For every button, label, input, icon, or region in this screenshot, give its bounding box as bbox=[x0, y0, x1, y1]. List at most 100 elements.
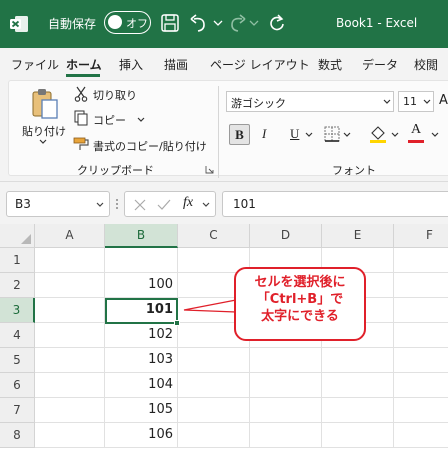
cell-a4[interactable] bbox=[35, 323, 105, 348]
copy-dropdown-icon[interactable] bbox=[136, 116, 146, 124]
cell-f1[interactable] bbox=[394, 248, 448, 273]
cell-e6[interactable] bbox=[322, 373, 394, 398]
cell-b8[interactable]: 106 bbox=[105, 423, 178, 448]
cell-d8[interactable] bbox=[250, 423, 322, 448]
formula-bar-grip-icon[interactable] bbox=[114, 197, 120, 211]
cell-a7[interactable] bbox=[35, 398, 105, 423]
cell-f8[interactable] bbox=[394, 423, 448, 448]
cancel-icon[interactable] bbox=[133, 198, 147, 212]
format-painter-icon[interactable] bbox=[73, 136, 91, 152]
row-header-3[interactable]: 3 bbox=[0, 298, 35, 323]
tab-file[interactable]: ファイル bbox=[11, 56, 59, 73]
row-header-1[interactable]: 1 bbox=[0, 248, 35, 273]
insert-function-button[interactable]: fx bbox=[183, 195, 193, 211]
tab-formulas[interactable]: 数式 bbox=[318, 56, 342, 73]
cell-c8[interactable] bbox=[178, 423, 250, 448]
fx-dropdown-icon[interactable] bbox=[201, 201, 211, 209]
cell-f4[interactable] bbox=[394, 323, 448, 348]
row-header-7[interactable]: 7 bbox=[0, 398, 35, 423]
column-header-d[interactable]: D bbox=[250, 224, 322, 248]
column-header-f[interactable]: F bbox=[394, 224, 448, 248]
cell-b2[interactable]: 100 bbox=[105, 273, 178, 298]
italic-button[interactable]: I bbox=[262, 126, 266, 142]
font-color-dropdown-icon[interactable] bbox=[430, 131, 440, 139]
cell-c5[interactable] bbox=[178, 348, 250, 373]
tab-data[interactable]: データ bbox=[362, 56, 398, 73]
enter-icon[interactable] bbox=[157, 198, 171, 212]
font-size-dropdown-icon[interactable] bbox=[422, 98, 432, 106]
tab-review[interactable]: 校閲 bbox=[414, 56, 438, 73]
fill-color-dropdown-icon[interactable] bbox=[390, 131, 400, 139]
cell-f6[interactable] bbox=[394, 373, 448, 398]
increase-font-size-button[interactable]: A bbox=[439, 93, 448, 108]
cell-f5[interactable] bbox=[394, 348, 448, 373]
cell-d6[interactable] bbox=[250, 373, 322, 398]
row-header-4[interactable]: 4 bbox=[0, 323, 35, 348]
refresh-icon[interactable] bbox=[266, 11, 288, 35]
cell-a5[interactable] bbox=[35, 348, 105, 373]
row-header-5[interactable]: 5 bbox=[0, 348, 35, 373]
font-color-button[interactable]: A bbox=[411, 122, 421, 138]
cell-c7[interactable] bbox=[178, 398, 250, 423]
tab-insert[interactable]: 挿入 bbox=[119, 56, 143, 73]
autosave-toggle[interactable]: オフ bbox=[104, 11, 151, 34]
cell-b6[interactable]: 104 bbox=[105, 373, 178, 398]
row-header-8[interactable]: 8 bbox=[0, 423, 35, 448]
cell-f7[interactable] bbox=[394, 398, 448, 423]
cell-e5[interactable] bbox=[322, 348, 394, 373]
paste-button-label[interactable]: 貼り付け bbox=[22, 123, 66, 139]
cell-a6[interactable] bbox=[35, 373, 105, 398]
underline-button[interactable]: U bbox=[290, 126, 299, 142]
cell-d7[interactable] bbox=[250, 398, 322, 423]
column-header-c[interactable]: C bbox=[178, 224, 250, 248]
cell-c6[interactable] bbox=[178, 373, 250, 398]
formula-input[interactable]: 101 bbox=[222, 191, 448, 217]
font-name-dropdown-icon[interactable] bbox=[382, 98, 392, 106]
select-all-button[interactable] bbox=[0, 224, 35, 248]
worksheet-grid: A B C D E F 1 2 3 4 5 6 7 8 100 101 102 … bbox=[0, 224, 448, 457]
tab-draw[interactable]: 描画 bbox=[164, 56, 188, 73]
paste-icon[interactable] bbox=[30, 87, 60, 121]
format-painter-button[interactable]: 書式のコピー/貼り付け bbox=[93, 138, 207, 154]
redo-icon[interactable] bbox=[226, 11, 248, 35]
cell-e8[interactable] bbox=[322, 423, 394, 448]
dialog-launcher-icon[interactable] bbox=[205, 165, 214, 174]
cell-a8[interactable] bbox=[35, 423, 105, 448]
borders-dropdown-icon[interactable] bbox=[342, 131, 352, 139]
undo-icon[interactable] bbox=[188, 11, 210, 35]
tab-page-layout[interactable]: ページ レイアウト bbox=[210, 56, 310, 73]
copy-icon[interactable] bbox=[73, 110, 89, 126]
cell-b3[interactable]: 101 bbox=[105, 298, 178, 323]
column-header-e[interactable]: E bbox=[322, 224, 394, 248]
scissors-icon[interactable] bbox=[74, 86, 88, 102]
fill-handle[interactable] bbox=[174, 320, 180, 326]
bold-button[interactable]: B bbox=[229, 124, 250, 145]
copy-button[interactable]: コピー bbox=[93, 112, 126, 128]
cell-b5[interactable]: 103 bbox=[105, 348, 178, 373]
name-box-dropdown-icon[interactable] bbox=[95, 201, 105, 209]
cell-a1[interactable] bbox=[35, 248, 105, 273]
cell-b4[interactable]: 102 bbox=[105, 323, 178, 348]
name-box[interactable]: B3 bbox=[6, 191, 110, 217]
column-header-b[interactable]: B bbox=[105, 224, 178, 248]
row-header-2[interactable]: 2 bbox=[0, 273, 35, 298]
fill-color-icon[interactable] bbox=[368, 124, 388, 144]
cell-f2[interactable] bbox=[394, 273, 448, 298]
cut-button[interactable]: 切り取り bbox=[93, 87, 137, 103]
row-header-6[interactable]: 6 bbox=[0, 373, 35, 398]
cell-d5[interactable] bbox=[250, 348, 322, 373]
column-header-a[interactable]: A bbox=[35, 224, 105, 248]
borders-icon[interactable] bbox=[324, 126, 340, 142]
cell-e7[interactable] bbox=[322, 398, 394, 423]
cell-f3[interactable] bbox=[394, 298, 448, 323]
paste-dropdown-icon[interactable] bbox=[38, 138, 48, 146]
underline-dropdown-icon[interactable] bbox=[304, 131, 314, 139]
tab-home[interactable]: ホーム bbox=[66, 56, 102, 73]
cell-a2[interactable] bbox=[35, 273, 105, 298]
cell-b7[interactable]: 105 bbox=[105, 398, 178, 423]
font-name-select[interactable]: 游ゴシック bbox=[226, 91, 394, 112]
cell-a3[interactable] bbox=[35, 298, 105, 323]
cell-b1[interactable] bbox=[105, 248, 178, 273]
redo-dropdown-icon[interactable] bbox=[246, 11, 268, 35]
save-icon[interactable] bbox=[159, 11, 181, 35]
